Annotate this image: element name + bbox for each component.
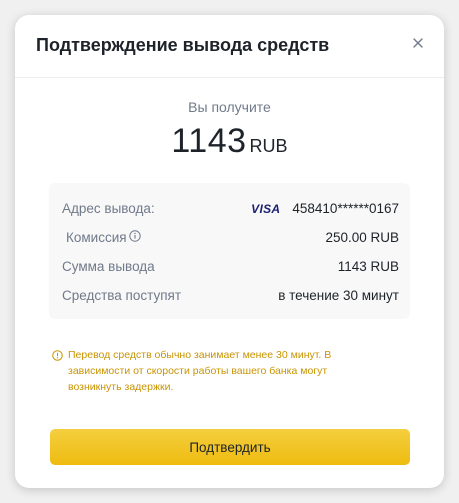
detail-row-fee: Комиссия 250.00 RUB [62, 230, 399, 250]
detail-label: Комиссия [66, 230, 127, 245]
close-icon[interactable] [408, 33, 428, 53]
card-number: 458410******0167 [292, 201, 399, 216]
receive-amount: 1143 RUB [15, 122, 444, 161]
detail-row-arrival: Средства поступят в течение 30 минут [62, 288, 399, 308]
visa-logo-icon: VISA [251, 201, 281, 216]
amount-value: 1143 [171, 122, 247, 160]
delay-notice: Перевод средств обычно занимает менее 30… [52, 347, 382, 395]
info-icon[interactable] [128, 230, 141, 245]
info-icon [52, 350, 63, 366]
detail-label: Средства поступят [62, 288, 182, 303]
detail-label: Сумма вывода [62, 259, 155, 274]
detail-value: 1143 RUB [337, 259, 399, 274]
detail-row-amount: Сумма вывода 1143 RUB [62, 259, 399, 279]
detail-row-address: Адрес вывода: VISA 458410******0167 [62, 201, 399, 221]
detail-value: в течение 30 минут [278, 288, 399, 303]
dialog-header: Подтверждение вывода средств [15, 15, 444, 78]
dialog-title: Подтверждение вывода средств [36, 35, 330, 55]
details-panel: Адрес вывода: VISA 458410******0167 Коми… [49, 183, 410, 319]
confirm-button[interactable]: Подтвердить [50, 429, 410, 465]
receive-label: Вы получите [188, 99, 271, 115]
notice-text: Перевод средств обычно занимает менее 30… [68, 349, 332, 393]
detail-label: Адрес вывода: [62, 201, 155, 216]
withdrawal-confirmation-dialog: Подтверждение вывода средств Вы получите… [15, 15, 444, 488]
detail-value: 250.00 RUB [325, 230, 399, 245]
detail-value: VISA 458410******0167 [251, 201, 399, 216]
amount-currency: RUB [249, 136, 288, 156]
detail-label-fee: Комиссия [66, 230, 141, 245]
